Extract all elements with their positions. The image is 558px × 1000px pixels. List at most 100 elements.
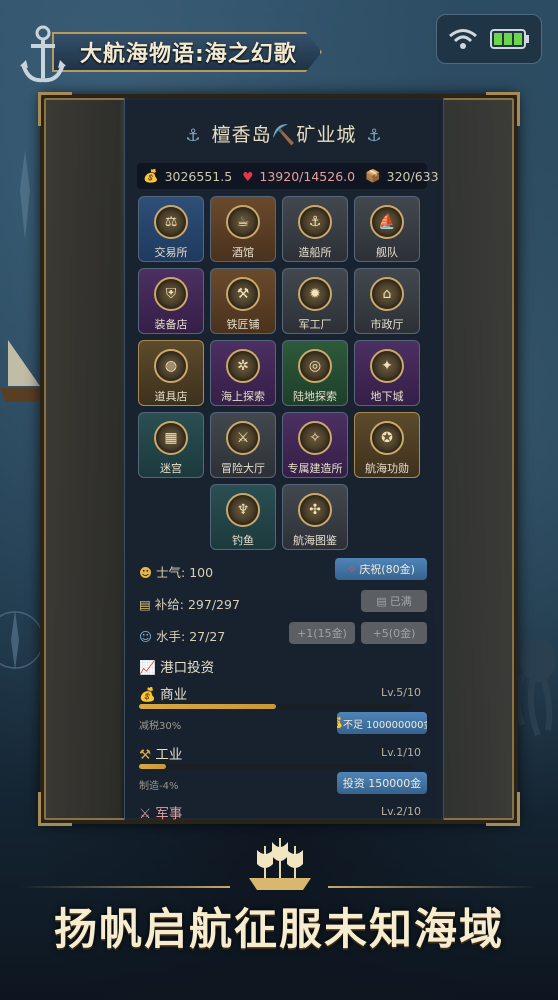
adventure-icon: ⚔ bbox=[226, 421, 260, 455]
building-label: 道具店 bbox=[154, 390, 188, 403]
building-anvil[interactable]: ⚒ 铁匠铺 bbox=[210, 268, 276, 334]
commerce-title: 💰 商业 bbox=[139, 683, 187, 703]
money-bag-icon: 💰 bbox=[139, 687, 156, 703]
port-panel: ⚓ 檀香岛⛏️矿业城 ⚓ 💰 3026551.5 ♥ 13920/14526.0 📦… bbox=[124, 98, 444, 820]
health-value: 13920/14526.0 bbox=[259, 168, 356, 184]
building-label: 冒险大厅 bbox=[221, 462, 265, 475]
supply-row: ▤ 补给: 297/297 ▤ 已满 bbox=[125, 590, 443, 616]
battery-icon bbox=[490, 29, 529, 49]
industry-name: 工业 bbox=[155, 747, 183, 763]
building-hall[interactable]: ⌂ 市政厅 bbox=[354, 268, 420, 334]
globe-icon: ◎ bbox=[298, 349, 332, 383]
investment-title: 港口投资 bbox=[160, 660, 215, 676]
industry-invest-label: 投资 150000金 bbox=[342, 777, 422, 790]
anchor-icon: ⚓ bbox=[366, 126, 383, 146]
title-banner: 大航海物语:海之幻歌 bbox=[18, 24, 323, 83]
hire-one-label: +1(15金) bbox=[297, 627, 347, 640]
building-forge[interactable]: ✧ 专属建造所 bbox=[282, 412, 348, 478]
building-label: 航海图鉴 bbox=[293, 534, 337, 547]
building-maze[interactable]: ▦ 迷宫 bbox=[138, 412, 204, 478]
industry-note: 制造-4% bbox=[139, 781, 179, 792]
building-label: 钓鱼 bbox=[232, 534, 254, 547]
cargo-value: 320/633 bbox=[386, 168, 439, 184]
cannon-icon: ✹ bbox=[298, 277, 332, 311]
industry-progress bbox=[139, 764, 413, 769]
industry-invest-button[interactable]: 投资 150000金 bbox=[337, 772, 427, 794]
maze-icon: ▦ bbox=[154, 421, 188, 455]
celebrate-button[interactable]: ✧ 庆祝(80金) bbox=[335, 558, 427, 580]
money-bag-icon: 💰 bbox=[143, 168, 159, 183]
sailor-icon: ☺ bbox=[139, 629, 153, 644]
swords-icon: ⚔ bbox=[139, 806, 152, 820]
anchor-icon bbox=[20, 25, 66, 83]
hire-five-button[interactable]: +5(0金) bbox=[361, 622, 427, 644]
building-fishing[interactable]: ♆ 钓鱼 bbox=[210, 484, 276, 550]
supply-full-button[interactable]: ▤ 已满 bbox=[361, 590, 427, 612]
building-label: 军工厂 bbox=[298, 318, 332, 331]
scales-icon: ⚖ bbox=[154, 205, 188, 239]
frame-corner bbox=[38, 792, 72, 826]
sailors-label: 水手: 27/27 bbox=[156, 629, 226, 644]
military-name: 军事 bbox=[155, 806, 183, 820]
building-label: 造船所 bbox=[298, 246, 332, 259]
cargo-icon: 📦 bbox=[365, 168, 381, 183]
industry-level: Lv.1/10 bbox=[381, 746, 421, 759]
town-title: ⚓ 檀香岛⛏️矿业城 ⚓ bbox=[125, 120, 443, 147]
building-armor[interactable]: ⛨ 装备店 bbox=[138, 268, 204, 334]
commerce-note: 减税30% bbox=[139, 721, 182, 732]
smile-icon: ☻ bbox=[139, 565, 153, 580]
resource-bar: 💰 3026551.5 ♥ 13920/14526.0 📦 320/633 bbox=[137, 163, 439, 189]
building-adventure[interactable]: ⚔ 冒险大厅 bbox=[210, 412, 276, 478]
hire-one-button[interactable]: +1(15金) bbox=[289, 622, 355, 644]
building-fleet[interactable]: ⛵ 舰队 bbox=[354, 196, 420, 262]
tavern-icon: ☕ bbox=[226, 205, 260, 239]
military-level: Lv.2/10 bbox=[381, 805, 421, 818]
building-label: 装备店 bbox=[154, 318, 188, 331]
chart-icon: 📈 bbox=[139, 660, 156, 676]
anvil-icon: ⚒ bbox=[226, 277, 260, 311]
building-bag[interactable]: ◍ 道具店 bbox=[138, 340, 204, 406]
commerce-invest-button[interactable]: 💰不足 100000000金 bbox=[337, 712, 427, 734]
wheel-icon: ✲ bbox=[226, 349, 260, 383]
commerce-invest-label: 不足 100000000金 bbox=[343, 719, 427, 731]
anchor-icon: ⚓ bbox=[185, 126, 202, 146]
building-label: 交易所 bbox=[154, 246, 188, 259]
bag-icon: ◍ bbox=[154, 349, 188, 383]
building-label: 酒馆 bbox=[232, 246, 254, 259]
investment-header: 📈 港口投资 bbox=[139, 656, 214, 676]
building-wheel[interactable]: ✲ 海上探索 bbox=[210, 340, 276, 406]
building-medal[interactable]: ✪ 航海功勋 bbox=[354, 412, 420, 478]
building-shipyard[interactable]: ⚓ 造船所 bbox=[282, 196, 348, 262]
building-label: 铁匠铺 bbox=[226, 318, 260, 331]
compass-icon: ✣ bbox=[298, 493, 332, 527]
promo-slogan: 扬帆启航征服未知海域 bbox=[54, 905, 504, 955]
building-dungeon[interactable]: ✦ 地下城 bbox=[354, 340, 420, 406]
building-compass[interactable]: ✣ 航海图鉴 bbox=[282, 484, 348, 550]
building-scales[interactable]: ⚖ 交易所 bbox=[138, 196, 204, 262]
medal-icon: ✪ bbox=[370, 421, 404, 455]
shipyard-icon: ⚓ bbox=[298, 205, 332, 239]
building-globe[interactable]: ◎ 陆地探索 bbox=[282, 340, 348, 406]
party-icon: ✧ bbox=[347, 562, 357, 576]
commerce-name: 商业 bbox=[160, 687, 188, 703]
building-cannon[interactable]: ✹ 军工厂 bbox=[282, 268, 348, 334]
building-label: 专属建造所 bbox=[287, 462, 343, 475]
building-label: 陆地探索 bbox=[293, 390, 337, 403]
supply-label: 补给: 297/297 bbox=[154, 597, 240, 612]
armor-icon: ⛨ bbox=[154, 277, 188, 311]
building-label: 海上探索 bbox=[221, 390, 265, 403]
hammer-icon: ⚒ bbox=[139, 747, 152, 763]
ship-emblem-icon bbox=[249, 838, 311, 890]
commerce-level: Lv.5/10 bbox=[381, 686, 421, 699]
hire-five-label: +5(0金) bbox=[372, 627, 416, 640]
building-tavern[interactable]: ☕ 酒馆 bbox=[210, 196, 276, 262]
frame-corner bbox=[486, 92, 520, 126]
wifi-icon bbox=[449, 29, 477, 49]
industry-title: ⚒ 工业 bbox=[139, 743, 182, 763]
frame-corner bbox=[486, 792, 520, 826]
divider-line bbox=[20, 886, 230, 888]
building-label: 舰队 bbox=[376, 246, 398, 259]
game-frame: ⚓ 檀香岛⛏️矿业城 ⚓ 💰 3026551.5 ♥ 13920/14526.0 📦… bbox=[38, 92, 520, 826]
fleet-icon: ⛵ bbox=[370, 205, 404, 239]
commerce-progress-fill bbox=[139, 704, 276, 709]
